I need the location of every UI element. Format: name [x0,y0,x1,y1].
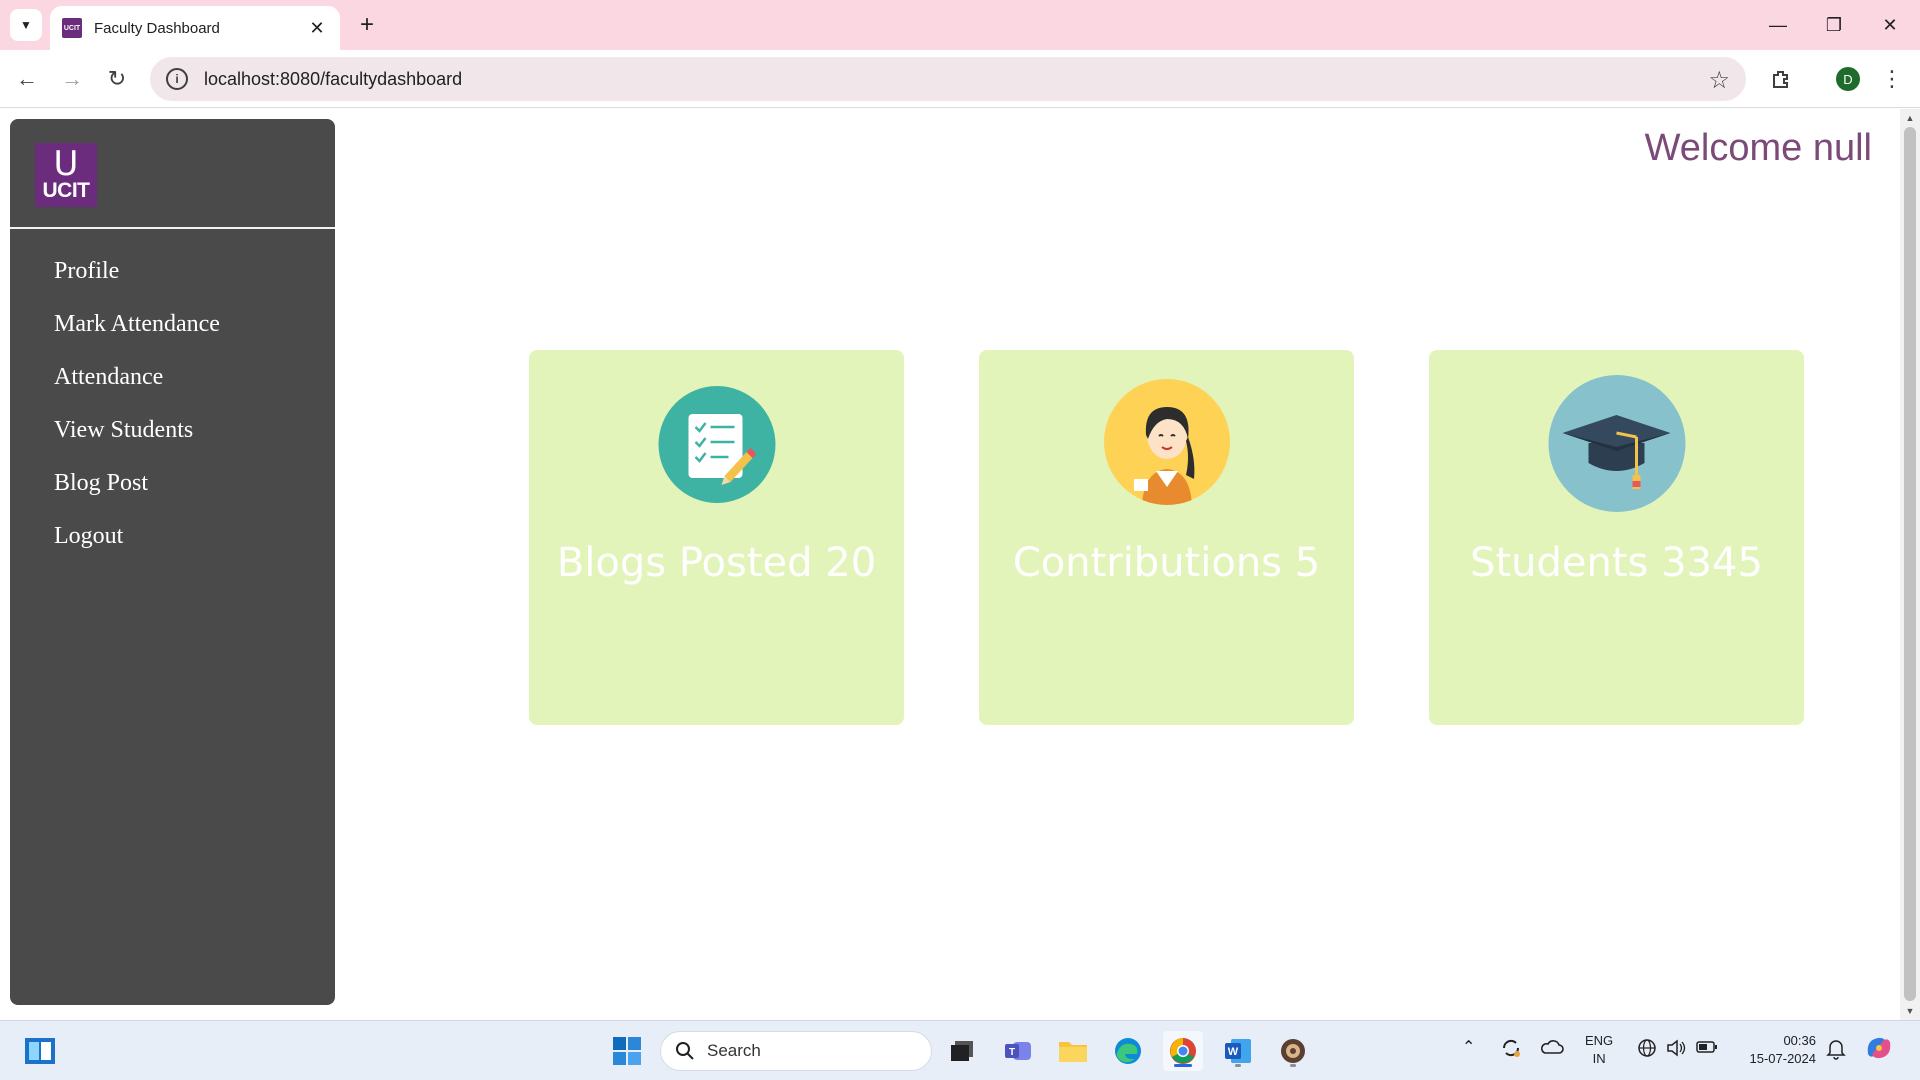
search-icon [676,1042,694,1060]
kebab-menu-icon[interactable]: ⋮ [1880,62,1904,96]
language-code: ENG [1585,1033,1614,1048]
restore-button[interactable]: ❐ [1806,0,1862,50]
page-scrollbar[interactable]: ▲ ▼ [1900,109,1920,1020]
minimize-button[interactable]: — [1750,0,1806,50]
close-tab-icon[interactable]: ✕ [306,18,328,39]
sidebar-item-mark-attendance[interactable]: Mark Attendance [54,304,220,357]
tab-title: Faculty Dashboard [94,19,220,37]
sidebar-item-view-students[interactable]: View Students [54,410,220,463]
scroll-down-arrow-icon[interactable]: ▼ [1903,1005,1917,1017]
clock-time: 00:36 [1783,1033,1816,1048]
clock-date: 15-07-2024 [1749,1051,1817,1066]
chevron-up-icon[interactable]: ⌃ [1462,1039,1475,1057]
running-indicator [1290,1064,1296,1067]
extensions-icon[interactable] [1766,62,1796,96]
sync-icon[interactable] [1500,1037,1522,1064]
copilot-icon[interactable] [1864,1034,1894,1067]
svg-text:W: W [1228,1046,1239,1058]
svg-text:T: T [1009,1047,1015,1058]
tab-search-button[interactable]: ▼ [10,9,42,41]
speaker-icon[interactable] [1666,1038,1686,1063]
chrome-icon[interactable] [1163,1031,1203,1071]
back-button[interactable]: ← [10,62,44,96]
ucit-logo[interactable]: U UCIT [35,143,97,207]
network-globe-icon[interactable] [1637,1038,1657,1063]
person-avatar-icon [1103,379,1230,505]
card-blogs-posted[interactable]: Blogs Posted 20 [529,350,904,725]
windows-start-icon[interactable] [607,1031,647,1071]
graduation-cap-icon [1548,375,1685,512]
forward-button[interactable]: → [55,62,89,96]
card-label: Blogs Posted 20 [556,540,877,586]
search-placeholder: Search [707,1041,761,1060]
windows-taskbar: Search T W ⌃ ENG IN 00:36 15-07-2024 [0,1020,1920,1080]
logo-letter: U [53,144,79,184]
welcome-message: Welcome null [1644,127,1872,169]
page-content: U UCIT Profile Mark Attendance Attendanc… [0,109,1900,1020]
logo-area: U UCIT [10,119,335,229]
close-window-button[interactable]: ✕ [1862,0,1918,50]
clock[interactable]: 00:36 15-07-2024 [1738,1032,1817,1068]
site-info-icon[interactable]: i [166,68,188,90]
scrollbar-thumb[interactable] [1904,127,1916,1001]
file-explorer-icon[interactable] [1053,1031,1093,1071]
sidebar-item-logout[interactable]: Logout [54,516,220,569]
sidebar-item-blog-post[interactable]: Blog Post [54,463,220,516]
sidebar: U UCIT Profile Mark Attendance Attendanc… [10,119,335,1005]
sidebar-nav: Profile Mark Attendance Attendance View … [54,251,220,569]
logo-text: UCIT [42,179,91,202]
task-view-icon[interactable] [942,1031,982,1071]
sidebar-item-attendance[interactable]: Attendance [54,357,220,410]
card-students[interactable]: Students 3345 [1429,350,1804,725]
word-icon[interactable]: W [1218,1031,1258,1071]
scroll-up-arrow-icon[interactable]: ▲ [1903,112,1917,124]
browser-tab[interactable]: UCIT Faculty Dashboard ✕ [50,6,340,50]
chevron-down-icon: ▼ [20,18,32,32]
url-text: localhost:8080/facultydashboard [204,68,463,89]
favicon-icon: UCIT [62,18,82,38]
new-tab-button[interactable]: + [352,10,382,40]
language-indicator[interactable]: ENG IN [1585,1032,1613,1068]
edge-browser-icon[interactable] [1108,1031,1148,1071]
notification-bell-icon[interactable] [1826,1038,1846,1065]
card-label: Students 3345 [1470,540,1763,586]
bookmark-star-icon[interactable]: ☆ [1708,66,1730,95]
region-code: IN [1592,1051,1606,1066]
sidebar-item-profile[interactable]: Profile [54,251,220,304]
app-gear-icon[interactable] [1273,1031,1313,1071]
card-label: Contributions 5 [1012,540,1321,586]
onedrive-icon[interactable] [1540,1037,1564,1064]
browser-toolbar: ← → ↻ i localhost:8080/facultydashboard … [0,50,1920,108]
address-bar[interactable]: i localhost:8080/facultydashboard ☆ [150,57,1746,101]
taskbar-search-box[interactable]: Search [660,1031,932,1071]
reload-button[interactable]: ↻ [100,62,134,96]
profile-avatar[interactable]: D [1836,67,1860,91]
teams-icon[interactable]: T [998,1031,1038,1071]
checklist-icon [658,386,775,503]
widgets-icon[interactable] [20,1031,60,1071]
active-indicator [1174,1064,1192,1067]
battery-icon[interactable] [1696,1039,1718,1060]
running-indicator [1235,1064,1241,1067]
card-contributions[interactable]: Contributions 5 [979,350,1354,725]
browser-tab-strip: ▼ UCIT Faculty Dashboard ✕ + — ❐ ✕ [0,0,1920,50]
